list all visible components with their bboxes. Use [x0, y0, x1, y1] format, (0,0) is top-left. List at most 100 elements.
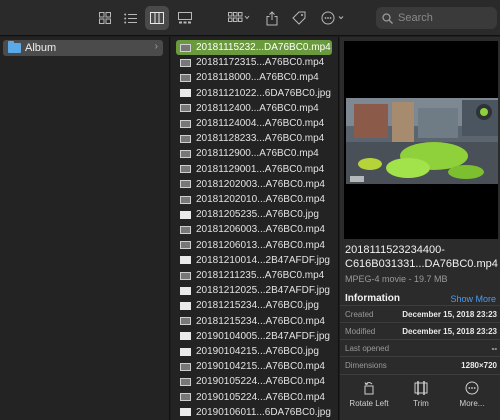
- file-list-item[interactable]: 2018112400...A76BC0.mp4: [176, 101, 332, 116]
- file-list-item[interactable]: 20181202010...A76BC0.mp4: [176, 192, 332, 207]
- file-list-item[interactable]: 20181115232...DA76BC0.mp4: [176, 40, 332, 55]
- video-thumbnail-icon: [180, 225, 191, 234]
- action-menu-button[interactable]: [320, 6, 348, 30]
- file-list-item[interactable]: 20181121022...6DA76BC0.jpg: [176, 86, 332, 101]
- file-list-item[interactable]: 20181124004...A76BC0.mp4: [176, 116, 332, 131]
- preview-file-title: 2018111523234400-C616B031331...DA76BC0.m…: [345, 244, 498, 270]
- rotate-left-label: Rotate Left: [349, 399, 389, 408]
- file-name: 20181202010...A76BC0.mp4: [196, 194, 325, 205]
- file-name: 20181205235...A76BC0.jpg: [196, 209, 319, 221]
- video-thumbnail-icon: [180, 165, 191, 174]
- file-list-item[interactable]: 20190104005...2B47AFDF.jpg: [176, 329, 332, 344]
- more-icon: [465, 381, 479, 395]
- file-list-item[interactable]: 20190104215...A76BC0.mp4: [176, 359, 332, 374]
- image-thumbnail-icon: [180, 210, 191, 219]
- grid-icon: [99, 12, 111, 24]
- quick-actions-bar: Rotate Left Trim More...: [340, 374, 500, 420]
- file-list-item[interactable]: 20181206013...A76BC0.mp4: [176, 238, 332, 253]
- file-name: 20190106011...6DA76BC0.jpg: [196, 406, 331, 418]
- tag-icon: [292, 11, 306, 25]
- file-list-item[interactable]: 20190106011...6DA76BC0.jpg: [176, 405, 332, 420]
- file-name: 20190104215...A76BC0.jpg: [196, 346, 319, 357]
- info-value: 1280×720: [461, 361, 497, 370]
- file-list-item[interactable]: 20181205235...A76BC0.jpg: [176, 207, 332, 222]
- file-name: 20190105224...A76BC0.mp4: [196, 391, 325, 403]
- info-key: Modified: [345, 327, 376, 336]
- info-value: --: [491, 344, 497, 353]
- image-thumbnail-icon: [180, 408, 191, 417]
- rotate-left-button[interactable]: Rotate Left: [344, 381, 394, 408]
- file-list-item[interactable]: 20181212025...2B47AFDF.jpg: [176, 283, 332, 298]
- video-thumbnail-icon: [180, 241, 191, 250]
- image-thumbnail-icon: [180, 347, 191, 356]
- gallery-icon: [178, 12, 192, 24]
- video-thumbnail-icon: [180, 73, 191, 82]
- file-list-item[interactable]: 20181211235...A76BC0.mp4: [176, 268, 332, 283]
- file-list-item[interactable]: 20181206003...A76BC0.mp4: [176, 222, 332, 237]
- information-heading: Information: [345, 293, 400, 304]
- show-more-link[interactable]: Show More: [450, 294, 496, 304]
- file-list-item[interactable]: 20181202003...A76BC0.mp4: [176, 177, 332, 192]
- file-list-item[interactable]: 20190105224...A76BC0.mp4: [176, 390, 332, 405]
- info-value: December 15, 2018 23:23: [402, 310, 497, 319]
- file-name: 20181215234...A76BC0.jpg: [196, 300, 319, 312]
- file-list-item[interactable]: 20190105224...A76BC0.mp4: [176, 374, 332, 389]
- video-thumbnail-icon: [180, 271, 191, 280]
- more-circle-icon: [321, 11, 344, 25]
- file-list-item[interactable]: 20181215234...A76BC0.mp4: [176, 314, 332, 329]
- file-list-item[interactable]: 20181129001...A76BC0.mp4: [176, 162, 332, 177]
- preview-file-kind: MPEG-4 movie - 19.7 MB: [345, 274, 448, 284]
- video-thumbnail-icon: [180, 134, 191, 143]
- file-name: 20181202003...A76BC0.mp4: [196, 178, 325, 190]
- info-value: December 15, 2018 23:23: [402, 327, 497, 336]
- rotate-left-icon: [364, 382, 374, 395]
- more-label: More...: [459, 399, 485, 408]
- preview-pane: 2018111523234400-C616B031331...DA76BC0.m…: [340, 37, 500, 420]
- file-list-item[interactable]: 20181128233...A76BC0.mp4: [176, 131, 332, 146]
- icon-view-button[interactable]: [96, 6, 114, 30]
- file-list-item[interactable]: 20190104215...A76BC0.jpg: [176, 344, 332, 359]
- info-row-last-opened: Last opened --: [340, 339, 500, 355]
- file-name: 20181215234...A76BC0.mp4: [196, 315, 325, 327]
- column-view-button[interactable]: [145, 6, 169, 30]
- search-field[interactable]: [376, 7, 497, 29]
- search-icon: [382, 12, 393, 24]
- file-name: 20181210014...2B47AFDF.jpg: [196, 254, 330, 266]
- file-list-item[interactable]: 20181172315...A76BC0.mp4: [176, 55, 332, 70]
- info-key: Dimensions: [345, 361, 387, 370]
- file-list-item[interactable]: 20181210014...2B47AFDF.jpg: [176, 253, 332, 268]
- sidebar-item-label: Album: [25, 42, 57, 54]
- file-name: 20181212025...2B47AFDF.jpg: [196, 285, 330, 297]
- search-input[interactable]: [398, 12, 493, 24]
- file-name: 20181121022...6DA76BC0.jpg: [196, 87, 331, 99]
- file-name: 20190104005...2B47AFDF.jpg: [196, 330, 330, 342]
- video-thumbnail-icon: [180, 58, 191, 67]
- file-list-item[interactable]: 20181215234...A76BC0.jpg: [176, 298, 332, 313]
- video-thumbnail-icon: [180, 104, 191, 113]
- tag-button[interactable]: [290, 6, 308, 30]
- list-view-button[interactable]: [121, 6, 139, 30]
- file-name: 20181129001...A76BC0.mp4: [196, 163, 325, 175]
- list-icon: [123, 13, 137, 23]
- video-preview[interactable]: [344, 41, 498, 239]
- toolbar: [0, 0, 500, 36]
- file-name: 20181128233...A76BC0.mp4: [196, 133, 325, 145]
- info-row-dimensions: Dimensions 1280×720: [340, 356, 500, 372]
- video-thumbnail-icon: [180, 180, 191, 189]
- share-button[interactable]: [263, 6, 281, 30]
- trim-button[interactable]: Trim: [396, 381, 446, 408]
- file-name: 20190104215...A76BC0.mp4: [196, 361, 325, 373]
- gallery-view-button[interactable]: [175, 6, 195, 30]
- info-row-created: Created December 15, 2018 23:23: [340, 305, 500, 321]
- file-name: 20181211235...A76BC0.mp4: [196, 270, 325, 281]
- info-key: Created: [345, 310, 374, 319]
- sidebar-item-album[interactable]: Album ›: [3, 40, 163, 56]
- video-thumbnail-icon: [180, 119, 191, 128]
- more-actions-button[interactable]: More...: [447, 381, 497, 408]
- file-list-item[interactable]: 2018112900...A76BC0.mp4: [176, 146, 332, 161]
- group-grid-icon: [228, 12, 250, 22]
- video-thumbnail-icon: [180, 149, 191, 158]
- file-list-item[interactable]: 2018118000...A76BC0.mp4: [176, 70, 332, 85]
- file-name: 2018112900...A76BC0.mp4: [196, 148, 319, 160]
- group-button[interactable]: [226, 6, 252, 30]
